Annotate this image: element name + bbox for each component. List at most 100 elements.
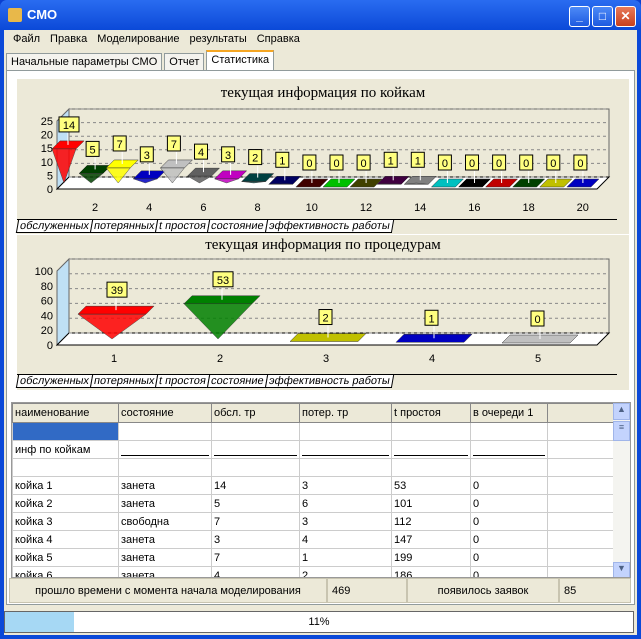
x-tick-label: 5 bbox=[535, 353, 541, 365]
subtab-idle[interactable]: t простоя bbox=[155, 220, 211, 233]
subtab-efficiency[interactable]: эффективность работы bbox=[264, 375, 394, 388]
data-label: 0 bbox=[577, 158, 583, 170]
table-cell[interactable]: 147 bbox=[391, 530, 471, 549]
subtab-efficiency[interactable]: эффективность работы bbox=[264, 220, 394, 233]
table-cell[interactable]: 101 bbox=[391, 494, 471, 513]
table-cell[interactable]: койка 4 bbox=[12, 530, 119, 549]
minimize-button[interactable]: _ bbox=[569, 6, 590, 27]
subtab-served[interactable]: обслуженных bbox=[15, 220, 94, 233]
table-cell[interactable]: 7 bbox=[211, 548, 300, 567]
col-queue[interactable]: в очереди 1 bbox=[470, 403, 548, 423]
tab-initial-params[interactable]: Начальные параметры СМО bbox=[6, 53, 163, 71]
subtab-state[interactable]: состояние bbox=[206, 220, 268, 233]
table-row[interactable]: койка 2 занета 5 6 101 0 bbox=[12, 494, 615, 513]
table-cell[interactable]: занета bbox=[118, 566, 212, 577]
menu-file[interactable]: Файл bbox=[8, 33, 45, 45]
scroll-thumb[interactable]: ≡ bbox=[613, 421, 630, 441]
table-cell[interactable]: 0 bbox=[470, 512, 548, 531]
section-label: инф по койкам bbox=[12, 440, 119, 459]
subtab-idle[interactable]: t простоя bbox=[155, 375, 211, 388]
data-label: 1 bbox=[415, 155, 421, 167]
y-tick-label: 25 bbox=[41, 116, 53, 128]
data-label: 2 bbox=[252, 153, 258, 165]
subtab-state[interactable]: состояние bbox=[206, 375, 268, 388]
selected-cell[interactable] bbox=[12, 422, 119, 441]
x-tick-label: 1 bbox=[111, 353, 117, 365]
close-button[interactable]: ✕ bbox=[615, 6, 636, 27]
table-row[interactable]: койка 4 занета 3 4 147 0 bbox=[12, 530, 615, 549]
status-bar: прошло времени с момента начала моделиро… bbox=[9, 578, 631, 603]
table-cell[interactable]: 0 bbox=[470, 476, 548, 495]
table-cell[interactable]: койка 1 bbox=[12, 476, 119, 495]
table-row[interactable] bbox=[12, 458, 615, 477]
col-lost[interactable]: потер. тр bbox=[299, 403, 392, 423]
table-cell[interactable]: занета bbox=[118, 494, 212, 513]
table-row[interactable]: койка 6 занета 4 2 186 0 bbox=[12, 566, 615, 577]
app-window: СМО _ □ ✕ Файл Правка Моделирование резу… bbox=[0, 0, 641, 639]
table-cell[interactable]: 7 bbox=[211, 512, 300, 531]
window-title: СМО bbox=[27, 7, 58, 22]
scroll-up-button[interactable]: ▲ bbox=[613, 403, 630, 420]
data-label: 0 bbox=[333, 158, 339, 170]
table-cell[interactable]: 2 bbox=[299, 566, 392, 577]
table-cell[interactable]: 3 bbox=[211, 530, 300, 549]
menu-edit[interactable]: Правка bbox=[45, 33, 92, 45]
subtab-lost[interactable]: потерянных bbox=[89, 375, 159, 388]
col-name[interactable]: наименование bbox=[12, 403, 119, 423]
x-tick-label: 6 bbox=[200, 202, 206, 214]
y-tick-label: 40 bbox=[41, 310, 53, 322]
table-cell[interactable]: койка 5 bbox=[12, 548, 119, 567]
table-row[interactable]: инф по койкам bbox=[12, 440, 615, 459]
table-cell[interactable]: занета bbox=[118, 476, 212, 495]
col-state[interactable]: состояние bbox=[118, 403, 212, 423]
table-cell[interactable]: 0 bbox=[470, 566, 548, 577]
table-cell[interactable]: 6 bbox=[299, 494, 392, 513]
table-cell[interactable]: 14 bbox=[211, 476, 300, 495]
table-cell[interactable]: 5 bbox=[211, 494, 300, 513]
col-served[interactable]: обсл. тр bbox=[211, 403, 300, 423]
table-cell[interactable]: занета bbox=[118, 548, 212, 567]
table-cell[interactable]: койка 6 bbox=[12, 566, 119, 577]
table-row[interactable]: койка 5 занета 7 1 199 0 bbox=[12, 548, 615, 567]
table-cell[interactable]: 112 bbox=[391, 512, 471, 531]
x-tick-label: 8 bbox=[255, 202, 261, 214]
table-cell[interactable]: койка 2 bbox=[12, 494, 119, 513]
scroll-down-button[interactable]: ▼ bbox=[613, 562, 630, 577]
table-cell[interactable]: 3 bbox=[299, 476, 392, 495]
menu-results[interactable]: результаты bbox=[185, 33, 252, 45]
col-idle[interactable]: t простоя bbox=[391, 403, 471, 423]
menu-modeling[interactable]: Моделирование bbox=[92, 33, 184, 45]
y-tick-label: 80 bbox=[41, 281, 53, 293]
table-row[interactable] bbox=[12, 422, 615, 441]
col-extra[interactable] bbox=[547, 403, 615, 423]
menu-help[interactable]: Справка bbox=[252, 33, 305, 45]
maximize-button[interactable]: □ bbox=[592, 6, 613, 27]
data-label: 5 bbox=[90, 144, 96, 156]
tab-report[interactable]: Отчет bbox=[164, 53, 205, 71]
table-cell[interactable]: занета bbox=[118, 530, 212, 549]
table-cell[interactable]: свободна bbox=[118, 512, 212, 531]
back-wall bbox=[68, 258, 610, 334]
table-cell[interactable]: 0 bbox=[470, 548, 548, 567]
table-row[interactable]: койка 3 свободна 7 3 112 0 bbox=[12, 512, 615, 531]
table-cell[interactable]: 3 bbox=[299, 512, 392, 531]
vertical-scrollbar[interactable]: ▲ ≡ ▼ bbox=[613, 403, 630, 577]
table-cell[interactable]: койка 3 bbox=[12, 512, 119, 531]
table-cell[interactable]: 199 bbox=[391, 548, 471, 567]
y-tick-label: 60 bbox=[41, 296, 53, 308]
table-cell[interactable]: 0 bbox=[470, 494, 548, 513]
table-row[interactable]: койка 1 занета 14 3 53 0 bbox=[12, 476, 615, 495]
data-label: 1 bbox=[428, 313, 434, 325]
y-tick-label: 0 bbox=[47, 184, 53, 196]
arrived-label: появилось заявок bbox=[407, 578, 559, 603]
table-cell[interactable]: 0 bbox=[470, 530, 548, 549]
table-cell[interactable]: 186 bbox=[391, 566, 471, 577]
table-cell[interactable]: 1 bbox=[299, 548, 392, 567]
y-tick-label: 10 bbox=[41, 157, 53, 169]
tab-statistics[interactable]: Статистика bbox=[206, 50, 275, 71]
table-cell[interactable]: 53 bbox=[391, 476, 471, 495]
subtab-lost[interactable]: потерянных bbox=[89, 220, 159, 233]
table-cell[interactable]: 4 bbox=[299, 530, 392, 549]
subtab-served[interactable]: обслуженных bbox=[15, 375, 94, 388]
table-cell[interactable]: 4 bbox=[211, 566, 300, 577]
